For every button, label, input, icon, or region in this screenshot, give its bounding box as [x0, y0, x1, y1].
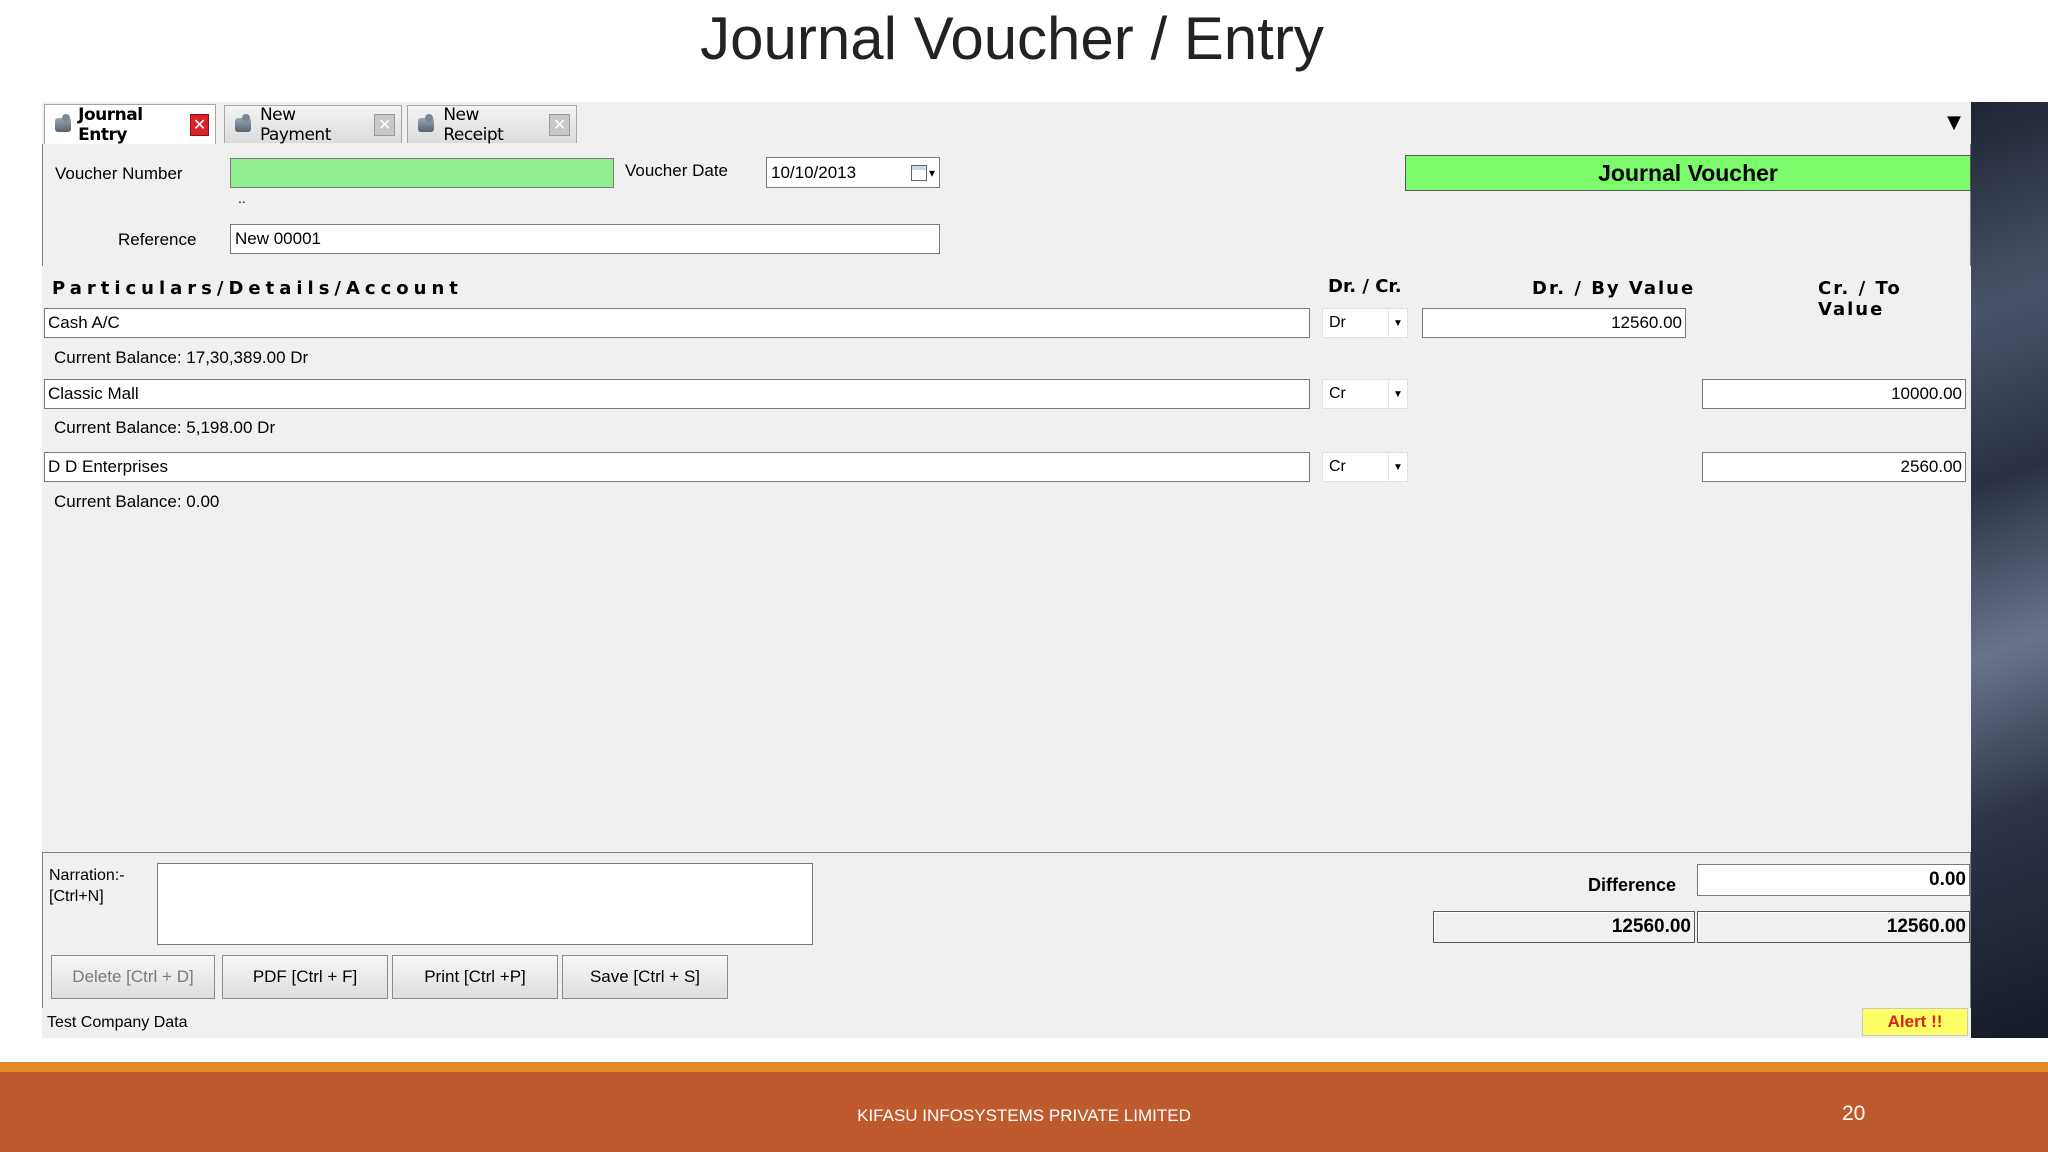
difference-label: Difference	[1588, 875, 1677, 895]
delete-button[interactable]: Delete [Ctrl + D]	[51, 955, 215, 999]
tab-label: Journal Entry	[78, 104, 143, 145]
tab-bar: Journal Entry ✕ New Payment ✕ New Receip…	[42, 102, 1971, 145]
drcr-header: Dr. / Cr.	[1328, 276, 1402, 297]
reference-label: Reference	[118, 230, 197, 249]
alert-badge[interactable]: Alert !!	[1862, 1008, 1968, 1036]
particulars-header: Particulars/Details/Account	[52, 278, 463, 299]
dr-value-input[interactable]: 12560.00	[1422, 308, 1686, 338]
voucher-number-label: Voucher Number	[55, 164, 183, 183]
drcr-select[interactable]: Cr ▼	[1322, 452, 1408, 482]
tab-journal-entry[interactable]: Journal Entry ✕	[44, 104, 216, 145]
status-bar: Test Company Data Alert !!	[42, 1008, 1971, 1038]
users-icon	[233, 113, 254, 136]
drcr-select[interactable]: Cr ▼	[1322, 379, 1408, 409]
chevron-down-icon[interactable]: ▼	[1388, 309, 1407, 337]
current-balance: Current Balance: 17,30,389.00 Dr	[54, 348, 309, 367]
drcr-value: Dr	[1329, 314, 1346, 331]
dr-value-header: Dr. / By Value	[1532, 278, 1696, 299]
slide-title: Journal Voucher / Entry	[700, 5, 1324, 72]
voucher-date-label: Voucher Date	[625, 161, 729, 180]
narration-textarea[interactable]	[157, 863, 813, 945]
cr-value-header: Cr. / To Value	[1818, 278, 1902, 320]
page-number: 20	[1842, 1102, 1866, 1125]
cr-value-input[interactable]: 2560.00	[1702, 452, 1966, 482]
tab-label: New Receipt	[443, 104, 504, 145]
tab-label: New Payment	[259, 104, 331, 145]
slide-footer: KIFASU INFOSYSTEMS PRIVATE LIMITED 20	[0, 1062, 2048, 1152]
calendar-icon[interactable]: ▾	[910, 164, 935, 181]
dots-text: ..	[238, 190, 246, 206]
close-icon[interactable]: ✕	[373, 113, 395, 136]
pdf-button[interactable]: PDF [Ctrl + F]	[222, 955, 388, 999]
voucher-number-input[interactable]	[230, 158, 614, 188]
reference-input[interactable]: New 00001	[230, 224, 940, 254]
voucher-date-value: 10/10/2013	[771, 162, 857, 182]
save-button[interactable]: Save [Ctrl + S]	[562, 955, 728, 999]
print-button[interactable]: Print [Ctrl +P]	[392, 955, 558, 999]
drcr-value: Cr	[1329, 458, 1346, 475]
voucher-header: Voucher Number Voucher Date 10/10/2013 ▾…	[42, 144, 1971, 267]
current-balance: Current Balance: 5,198.00 Dr	[54, 418, 276, 437]
total-cr-value: 12560.00	[1697, 911, 1970, 943]
footer-stripe	[0, 1062, 2048, 1072]
company-footer-text: KIFASU INFOSYSTEMS PRIVATE LIMITED	[857, 1106, 1191, 1125]
tab-new-receipt[interactable]: New Receipt ✕	[407, 104, 577, 145]
account-input[interactable]: Cash A/C	[44, 308, 1310, 338]
narration-shortcut: [Ctrl+N]	[49, 888, 104, 905]
tab-overflow-icon[interactable]: ▼	[1947, 112, 1961, 133]
tab-new-payment[interactable]: New Payment ✕	[224, 104, 402, 145]
close-icon[interactable]: ✕	[548, 113, 571, 136]
drcr-select[interactable]: Dr ▼	[1322, 308, 1408, 338]
voucher-footer: Narration:- [Ctrl+N] Difference 0.00 125…	[42, 852, 1971, 1010]
voucher-type-banner: Journal Voucher	[1405, 155, 1971, 191]
difference-value: 0.00	[1697, 864, 1970, 896]
current-balance: Current Balance: 0.00	[54, 492, 220, 511]
journal-entry-window: Journal Entry ✕ New Payment ✕ New Receip…	[42, 102, 1971, 1038]
narration-label: Narration:-	[49, 867, 125, 884]
drcr-value: Cr	[1329, 385, 1346, 402]
cr-value-input[interactable]: 10000.00	[1702, 379, 1966, 409]
company-name: Test Company Data	[47, 1014, 188, 1031]
close-icon[interactable]: ✕	[189, 113, 209, 136]
voucher-date-picker[interactable]: 10/10/2013 ▾	[766, 157, 940, 188]
chevron-down-icon[interactable]: ▼	[1388, 453, 1407, 481]
users-icon	[53, 113, 72, 136]
account-input[interactable]: Classic Mall	[44, 379, 1310, 409]
account-input[interactable]: D D Enterprises	[44, 452, 1310, 482]
total-dr-value: 12560.00	[1433, 911, 1695, 943]
voucher-lines: Particulars/Details/Account Dr. / Cr. Dr…	[42, 266, 1971, 852]
users-icon	[416, 113, 437, 136]
chevron-down-icon[interactable]: ▼	[1388, 380, 1407, 408]
background-image-strip	[1970, 102, 2048, 1038]
